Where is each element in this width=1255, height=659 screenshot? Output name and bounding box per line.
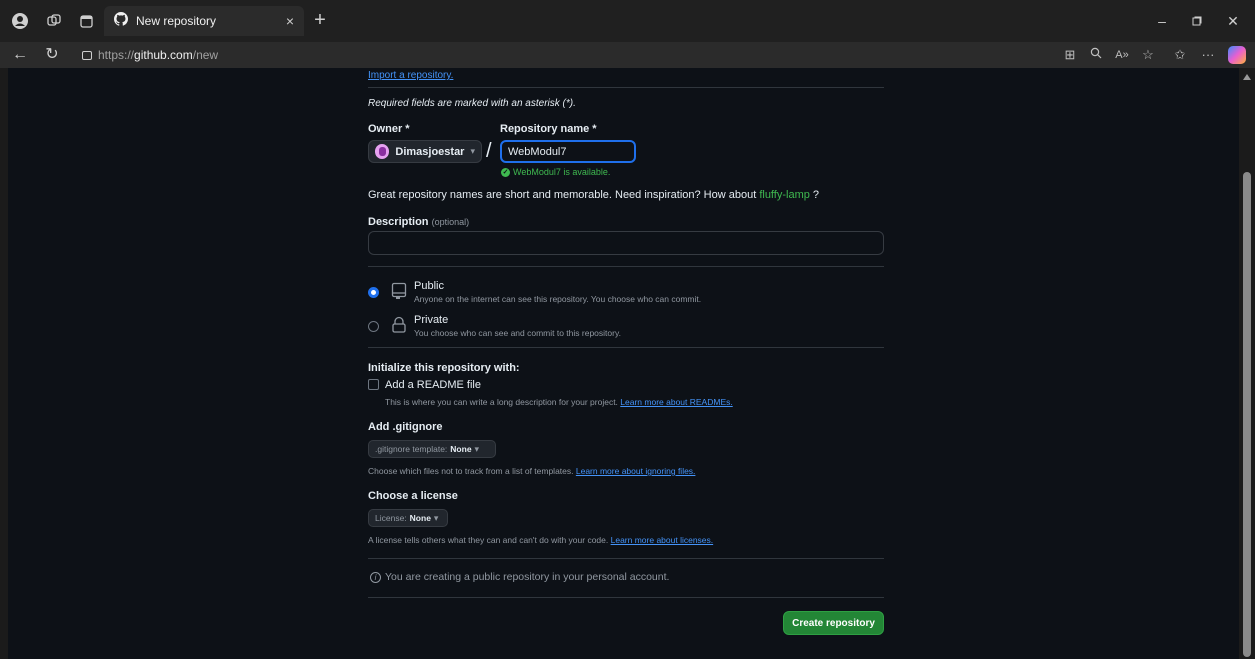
visibility-public-option[interactable]: Public Anyone on the internet can see th… — [368, 280, 884, 310]
license-description: A license tells others what they can and… — [368, 535, 714, 545]
copilot-icon[interactable] — [1228, 46, 1246, 64]
private-description: You choose who can see and commit to thi… — [414, 328, 621, 338]
scroll-up-icon[interactable] — [1243, 74, 1251, 80]
new-tab-button[interactable]: + — [308, 9, 332, 33]
split-screen-icon[interactable]: ⊞ — [1060, 45, 1080, 65]
more-icon[interactable]: ··· — [1198, 45, 1218, 65]
check-circle-icon: ✓ — [501, 167, 510, 177]
license-label: Choose a license — [368, 490, 458, 502]
owner-label: Owner * — [368, 123, 410, 135]
read-aloud-icon[interactable]: A» — [1112, 45, 1132, 65]
repo-name-label: Repository name * — [500, 123, 597, 135]
scroll-thumb[interactable] — [1243, 172, 1251, 657]
restore-icon[interactable] — [1182, 10, 1212, 32]
readme-description: This is where you can write a long descr… — [385, 397, 733, 407]
page-left-edge — [0, 68, 8, 659]
url-text: https://github.com/new — [98, 48, 219, 62]
public-radio[interactable] — [368, 287, 379, 298]
chevron-down-icon: ▾ — [433, 512, 439, 523]
profile-icon[interactable] — [10, 11, 30, 31]
url-field[interactable]: https://github.com/new — [74, 44, 1074, 66]
divider — [368, 87, 884, 88]
license-select[interactable]: License: None ▾ — [368, 509, 448, 527]
refresh-icon[interactable]: ↻ — [40, 43, 64, 67]
private-title: Private — [414, 314, 449, 326]
page-scrollbar[interactable] — [1239, 68, 1255, 659]
back-icon[interactable]: ← — [8, 43, 32, 67]
tab-new-repository[interactable]: New repository × — [104, 6, 304, 36]
workspaces-icon[interactable] — [44, 11, 64, 31]
availability-message: ✓ WebModul7 is available. — [501, 167, 610, 177]
zoom-icon[interactable] — [1086, 45, 1106, 65]
suggested-name[interactable]: fluffy-lamp — [759, 189, 810, 201]
create-repository-button[interactable]: Create repository — [783, 611, 884, 635]
readme-checkbox[interactable] — [368, 379, 379, 390]
avatar — [375, 144, 390, 159]
owner-repo-separator: / — [486, 140, 492, 162]
gitignore-select[interactable]: .gitignore template: None ▾ — [368, 440, 496, 458]
info-icon: i — [370, 571, 381, 583]
divider — [368, 347, 884, 348]
learn-readmes-link[interactable]: Learn more about READMEs. — [620, 397, 732, 407]
minimize-icon[interactable]: – — [1147, 10, 1177, 32]
gitignore-description: Choose which files not to track from a l… — [368, 466, 696, 476]
github-icon — [114, 11, 129, 31]
repo-icon — [391, 282, 407, 300]
favorites-bar-icon[interactable]: ✩ — [1170, 45, 1190, 65]
availability-text: WebModul7 is available. — [513, 167, 611, 177]
divider — [368, 266, 884, 267]
chevron-down-icon: ▾ — [470, 146, 475, 156]
public-repo-notice: i You are creating a public repository i… — [370, 571, 669, 583]
owner-name: Dimasjoestar — [395, 145, 465, 158]
visibility-private-option[interactable]: Private You choose who can see and commi… — [368, 314, 884, 344]
tab-actions-icon[interactable] — [76, 11, 96, 31]
description-input[interactable] — [368, 231, 884, 255]
divider — [368, 597, 884, 598]
favorite-icon[interactable]: ☆ — [1138, 45, 1158, 65]
initialize-label: Initialize this repository with: — [368, 362, 520, 374]
private-radio[interactable] — [368, 321, 379, 332]
gitignore-label: Add .gitignore — [368, 421, 443, 433]
divider — [368, 558, 884, 559]
learn-licenses-link[interactable]: Learn more about licenses. — [611, 535, 714, 545]
lock-icon — [391, 316, 407, 334]
public-title: Public — [414, 280, 444, 292]
learn-ignoring-files-link[interactable]: Learn more about ignoring files. — [576, 466, 696, 476]
tab-title: New repository — [136, 14, 217, 28]
address-bar: ← ↻ https://github.com/new ⊞ A» ☆ ✩ ··· — [0, 42, 1255, 68]
lock-icon — [82, 50, 92, 60]
close-window-icon[interactable]: ✕ — [1218, 10, 1248, 32]
public-description: Anyone on the internet can see this repo… — [414, 294, 702, 304]
tab-close-icon[interactable]: × — [286, 13, 294, 29]
import-repository-link[interactable]: Import a repository. — [368, 70, 453, 81]
browser-tab-bar: New repository × + – ✕ — [0, 0, 1255, 42]
description-label: Description (optional) — [368, 216, 470, 228]
owner-dropdown[interactable]: Dimasjoestar ▾ — [368, 140, 482, 163]
chevron-down-icon: ▾ — [474, 443, 480, 454]
name-suggestion: Great repository names are short and mem… — [368, 189, 820, 201]
repo-name-input[interactable] — [500, 140, 636, 163]
readme-label[interactable]: Add a README file — [385, 379, 481, 391]
required-note: Required fields are marked with an aster… — [368, 98, 576, 109]
